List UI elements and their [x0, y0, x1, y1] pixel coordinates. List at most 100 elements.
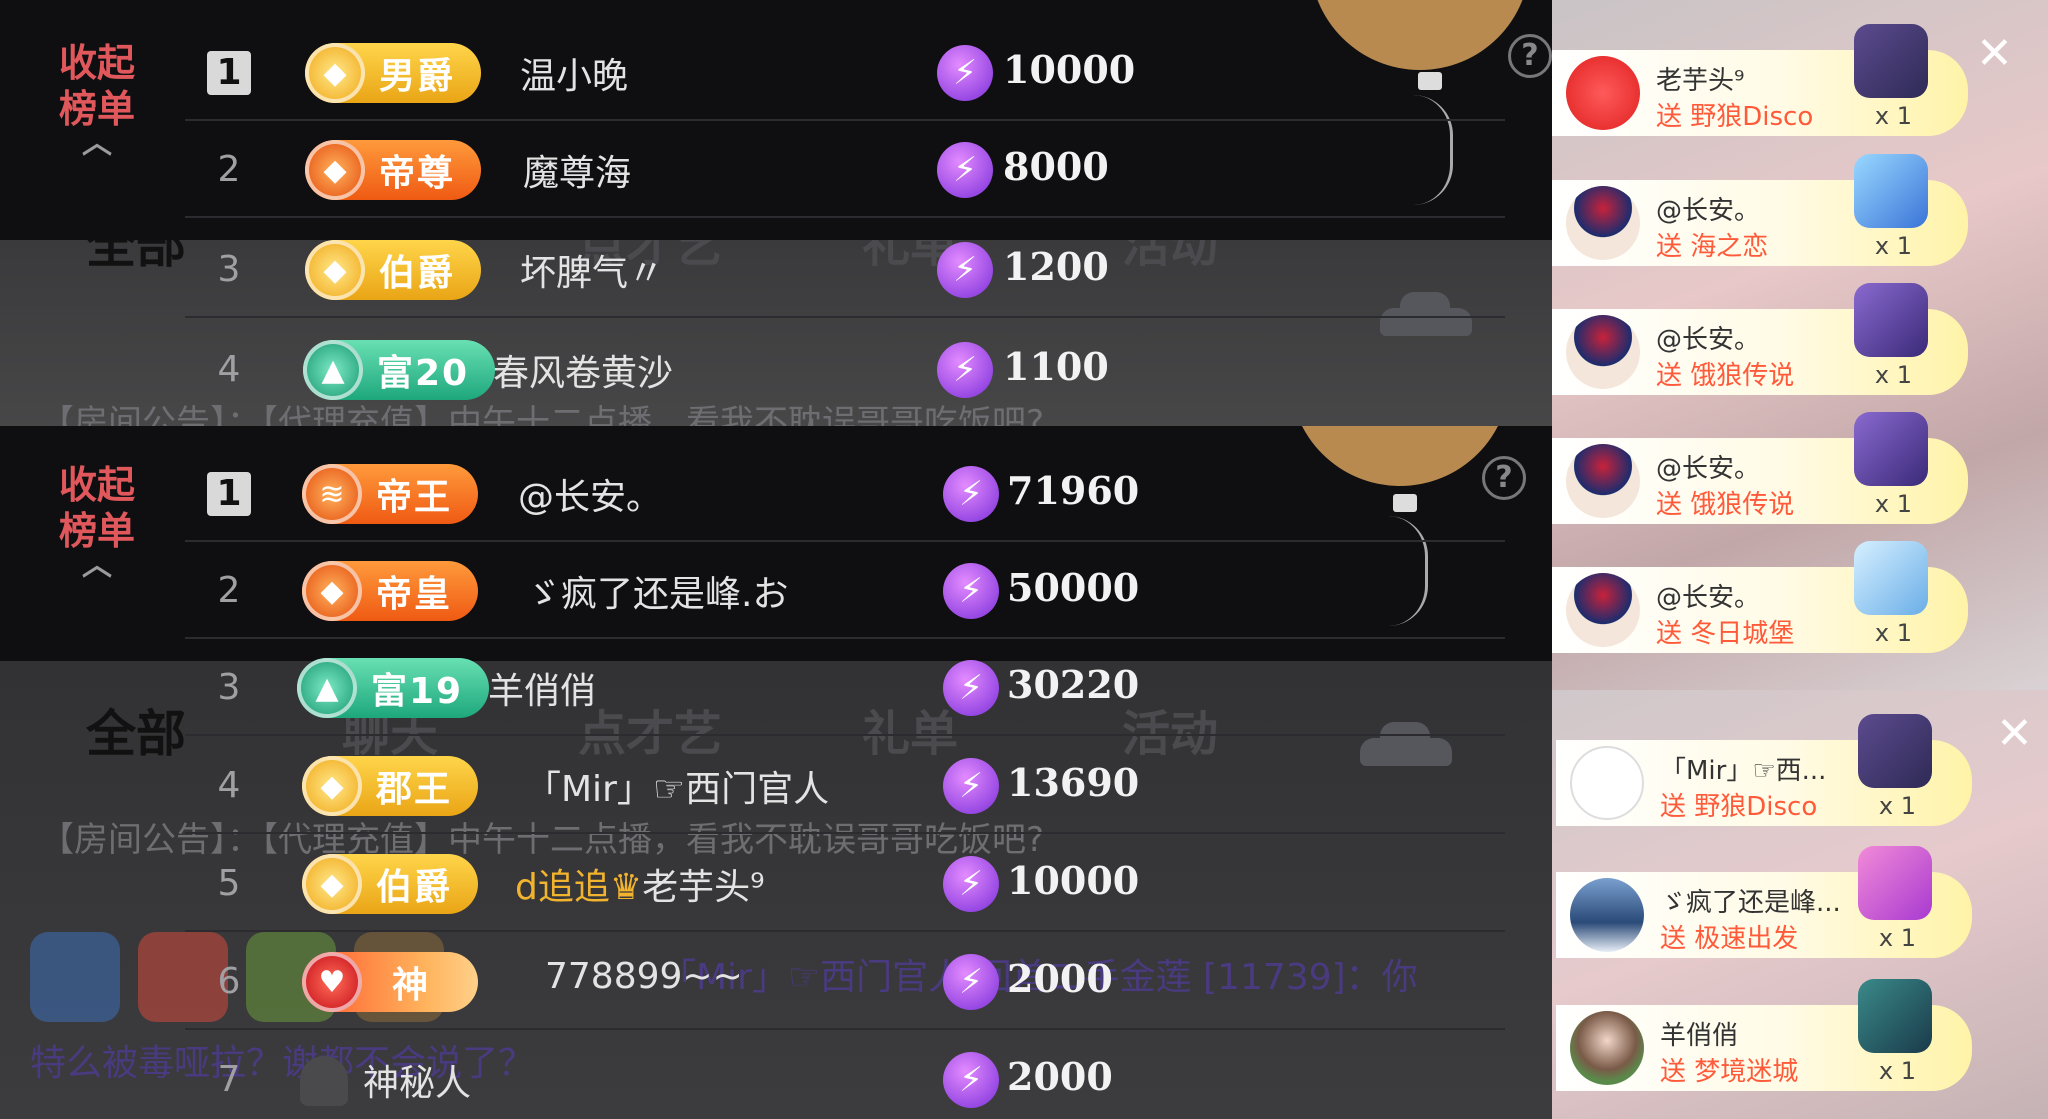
lightning-icon: ⚡: [937, 342, 993, 398]
rank-badge: ◆ 伯爵: [302, 854, 479, 914]
gift-name: 送 冬日城堡: [1656, 619, 1795, 649]
badge-gem-icon: ◆: [302, 561, 362, 621]
gift-notification: @长安。 送 海之恋 x 1: [1552, 154, 1968, 266]
ranking-row[interactable]: 2 ◆ 帝皇 ゞ疯了还是峰.お ⚡ 50000: [185, 543, 1505, 639]
ranking-row[interactable]: 3 ◆ 伯爵 坏脾气〃 ⚡ 1200: [185, 222, 1505, 318]
user-avatar: [1570, 878, 1644, 952]
user-name[interactable]: ゞ疯了还是峰.お: [525, 565, 788, 617]
rank-badge: ▲ 富19: [297, 658, 490, 718]
user-name[interactable]: 春风卷黄沙: [493, 344, 673, 396]
gift-sender: @长安。: [1656, 583, 1761, 613]
ranking-row[interactable]: 7 神秘人 ⚡ 2000: [185, 1032, 1505, 1119]
user-name[interactable]: 坏脾气〃: [520, 244, 664, 296]
gift-name: 送 饿狼传说: [1656, 490, 1795, 520]
badge-label: 富20: [377, 353, 470, 394]
user-name[interactable]: 神秘人: [363, 1054, 471, 1106]
lightning-icon: ⚡: [937, 142, 993, 198]
user-avatar: [1570, 1011, 1644, 1085]
row-divider: [185, 832, 1505, 834]
rank-number: 1: [207, 472, 251, 516]
gift-notification: 「Mir」☞西... 送 野狼Disco x 1: [1556, 714, 1972, 826]
ranking-row[interactable]: 4 ▲ 富20 春风卷黄沙 ⚡ 1100: [185, 322, 1505, 418]
ranking-row[interactable]: 4 ◆ 郡王 「Mir」☞西门官人 ⚡ 13690: [185, 738, 1505, 834]
user-name[interactable]: 羊俏俏: [488, 662, 596, 714]
gift-name: 送 野狼Disco: [1660, 792, 1818, 822]
ranking-row[interactable]: 3 ▲ 富19 羊俏俏 ⚡ 30220: [185, 640, 1505, 736]
gift-notification: ゞ疯了还是峰... 送 极速出发 x 1: [1556, 846, 1972, 958]
ranking-panel-bottom: 全部 聊天 点才艺 礼单 活动 【房间公告】：【代理充值】中午十二点播，看我不耽…: [0, 426, 1552, 1119]
gift-sender: 老芋头⁹: [1656, 66, 1745, 96]
gift-sender: @长安。: [1656, 454, 1761, 484]
gift-notification: @长安。 送 冬日城堡 x 1: [1552, 541, 1968, 653]
user-avatar: [1566, 573, 1640, 647]
collapse-ranking-button[interactable]: 收起榜单 ︿: [52, 40, 142, 161]
badge-gem-icon: ▲: [297, 658, 357, 718]
user-avatar: [1566, 444, 1640, 518]
gift-count: x 1: [1878, 1057, 1916, 1085]
ranking-row[interactable]: 1 ◆ 男爵 温小晚 ⚡ 10000: [185, 25, 1505, 121]
score: 10000: [1003, 47, 1136, 92]
badge-gem-icon: ▲: [303, 340, 363, 400]
row-divider: [185, 930, 1505, 932]
collapse-ranking-button[interactable]: 收起榜单 ︿: [52, 462, 142, 583]
gift-sender: 羊俏俏: [1660, 1021, 1739, 1051]
ranking-row[interactable]: 6 ♥ 神 778899~~ ⚡ 2000: [185, 934, 1505, 1030]
rank-number: 6: [217, 961, 241, 1002]
ranking-row[interactable]: 5 ◆ 伯爵 d追追♛老芋头⁹ ⚡ 10000: [185, 836, 1505, 932]
score: 2000: [1007, 956, 1113, 1001]
score: 50000: [1007, 565, 1140, 610]
lightning-icon: ⚡: [937, 45, 993, 101]
ranking-row[interactable]: 1 ≋ 帝王 @长安。 ⚡ 71960: [185, 446, 1505, 542]
lightning-icon: ⚡: [943, 660, 999, 716]
badge-gem-icon: ♥: [302, 952, 362, 1012]
gift-count: x 1: [1874, 232, 1912, 260]
badge-gem-icon: ≋: [302, 464, 362, 524]
rank-number: 2: [217, 570, 241, 611]
lightning-icon: ⚡: [943, 1052, 999, 1108]
score: 30220: [1007, 662, 1140, 707]
rank-badge: ♥ 神: [302, 952, 479, 1012]
gift-name: 送 饿狼传说: [1656, 361, 1795, 391]
user-name[interactable]: @长安。: [518, 468, 662, 520]
gift-notification: 老芋头⁹ 送 野狼Disco x 1: [1552, 24, 1968, 136]
close-icon[interactable]: ✕: [1996, 712, 2033, 756]
mystery-user-icon: [300, 1056, 348, 1106]
gift-count: x 1: [1874, 102, 1912, 130]
row-divider: [185, 316, 1505, 318]
score: 71960: [1007, 468, 1140, 513]
rank-badge: ▲ 富20: [303, 340, 496, 400]
rank-number: 7: [217, 1059, 241, 1100]
lightning-icon: ⚡: [943, 563, 999, 619]
user-name[interactable]: 魔尊海: [523, 144, 631, 196]
user-name-prefix: d追追: [515, 867, 610, 908]
badge-label: 富19: [371, 671, 464, 712]
user-avatar: [1570, 746, 1644, 820]
badge-gem-icon: ◆: [302, 854, 362, 914]
gift-count: x 1: [1874, 490, 1912, 518]
user-name[interactable]: 778899~~: [545, 956, 743, 997]
gift-image-icon: [1858, 714, 1932, 788]
chevron-up-icon: ︿: [82, 126, 112, 161]
gift-image-icon: [1854, 24, 1928, 98]
rank-number: 3: [217, 667, 241, 708]
gift-thumb-icon: [30, 932, 120, 1022]
rank-number: 4: [217, 349, 241, 390]
gift-count: x 1: [1878, 924, 1916, 952]
gift-feed-top: ✕ 老芋头⁹ 送 野狼Disco x 1 @长安。 送 海之恋 x 1 @长安。…: [1552, 0, 2048, 690]
close-icon[interactable]: ✕: [1976, 32, 2013, 76]
row-divider: [185, 540, 1505, 542]
user-name[interactable]: d追追♛老芋头⁹: [515, 858, 765, 910]
row-divider: [185, 734, 1505, 736]
help-icon[interactable]: ?: [1508, 34, 1552, 78]
chevron-up-icon: ︿: [82, 548, 112, 583]
user-name[interactable]: 温小晚: [520, 47, 628, 99]
gift-sender: ゞ疯了还是峰...: [1660, 888, 1841, 918]
gift-image-icon: [1854, 541, 1928, 615]
gift-image-icon: [1854, 154, 1928, 228]
score: 8000: [1003, 144, 1109, 189]
bg-tab-all: 全部: [86, 705, 186, 763]
ranking-row[interactable]: 2 ◆ 帝尊 魔尊海 ⚡ 8000: [185, 122, 1505, 218]
user-name[interactable]: 「Mir」☞西门官人: [525, 760, 829, 812]
gift-notification: 羊俏俏 送 梦境迷城 x 1: [1556, 979, 1972, 1091]
crown-icon: ♛: [609, 867, 643, 908]
